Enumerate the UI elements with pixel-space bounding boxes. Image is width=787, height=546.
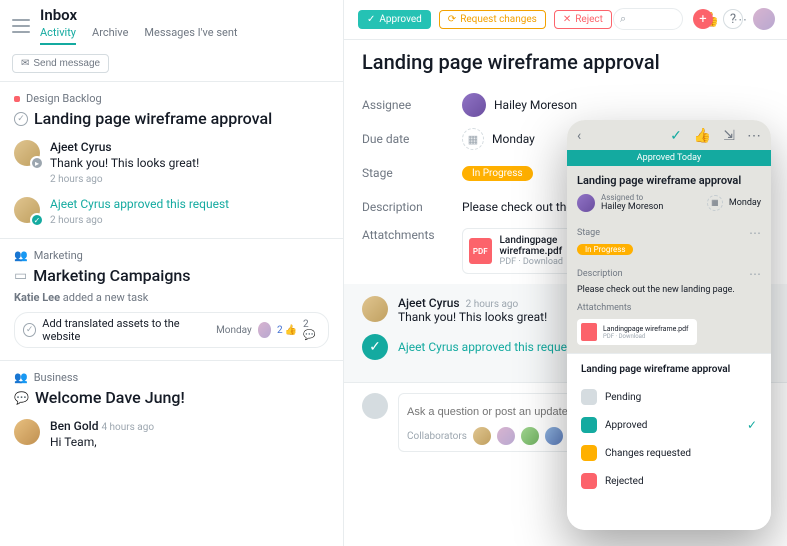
status-option[interactable]: Changes requested [581,439,757,467]
attachment-chip[interactable]: Landingpage wireframe.pdfPDF · Download [577,319,697,345]
task-complete-icon[interactable]: ✓ [23,323,36,337]
status-badge-icon: ▸ [30,156,44,170]
team-icon: 👥 [14,371,28,384]
avatar [577,194,595,212]
status-option[interactable]: Rejected [581,467,757,495]
conversation-icon: 💬 [14,391,29,405]
status-option[interactable]: Pending [581,383,757,411]
pdf-icon: PDF [469,238,492,264]
search-input[interactable]: ⌕ [613,8,683,30]
stage-badge[interactable]: In Progress [577,244,633,255]
inbox-panel: Inbox Activity Archive Messages I've sen… [0,0,344,546]
inbox-item[interactable]: 👥Marketing ▭Marketing Campaigns Katie Le… [0,239,343,361]
avatar[interactable] [521,427,539,445]
more-icon[interactable]: ⋯ [747,128,761,144]
pdf-icon [581,323,597,341]
status-option[interactable]: Approved✓ [581,411,757,439]
menu-icon[interactable] [12,19,30,33]
project-color-dot [14,96,20,102]
back-icon[interactable]: ‹ [577,128,581,144]
user-avatar[interactable] [753,8,775,30]
avatar [14,419,40,445]
page-title: Inbox [40,6,331,24]
more-icon[interactable]: ⋯ [749,226,761,240]
task-title: Landing page wireframe approval [577,166,761,193]
avatar: ✓ [14,197,40,223]
approved-badge-icon: ✓ [30,213,44,227]
avatar[interactable] [497,427,515,445]
task-title: Landing page wireframe approval [344,40,787,88]
send-message-button[interactable]: ✉ Send message [12,54,109,73]
due-date-field[interactable]: ▦Monday [462,128,535,150]
mobile-preview: ‹ ✓ 👍 ⇲ ⋯ Approved Today Landing page wi… [567,120,771,530]
tab-activity[interactable]: Activity [40,26,76,45]
status-banner: Approved Today [567,150,771,166]
search-icon: ⌕ [620,12,626,26]
comment-count[interactable]: 2 💬 [303,319,320,341]
request-changes-button[interactable]: ⟳ Request changes [439,10,546,29]
status-color-icon [581,473,597,489]
calendar-icon: ▦ [707,195,723,211]
assignee-field[interactable]: Hailey Moreson [462,93,577,117]
more-icon[interactable]: ⋯ [749,267,761,281]
avatar [258,322,271,338]
avatar [462,93,486,117]
like-count[interactable]: 2 👍 [277,325,297,336]
tab-archive[interactable]: Archive [92,26,128,45]
stage-badge[interactable]: In Progress [462,166,533,181]
check-icon: ✓ [747,418,757,432]
reject-button[interactable]: ✕ Reject [554,10,612,29]
status-picker-sheet: Landing page wireframe approval PendingA… [567,353,771,530]
inbox-item[interactable]: 👥Business 💬Welcome Dave Jung! Ben Gold 4… [0,361,343,461]
status-color-icon [581,445,597,461]
avatar [362,296,388,322]
status-color-icon [581,417,597,433]
calendar-icon: ▦ [462,128,484,150]
check-icon[interactable]: ✓ [670,128,682,144]
avatar: ▸ [14,140,40,166]
project-icon: ▭ [14,268,27,284]
task-complete-icon[interactable]: ✓ [14,112,28,126]
approved-icon: ✓ [362,334,388,360]
task-chip[interactable]: ✓ Add translated assets to the website M… [14,312,329,348]
team-icon: 👥 [14,249,28,262]
subtask-icon[interactable]: ⇲ [723,128,735,144]
avatar[interactable] [473,427,491,445]
create-button[interactable]: + [693,9,713,29]
avatar [362,393,388,419]
status-color-icon [581,389,597,405]
help-icon[interactable]: ? [723,9,743,29]
like-icon[interactable]: 👍 [694,128,711,144]
approved-button[interactable]: ✓ Approved [358,10,431,29]
avatar[interactable] [545,427,563,445]
tab-messages-sent[interactable]: Messages I've sent [144,26,237,45]
inbox-item[interactable]: Design Backlog ✓Landing page wireframe a… [0,82,343,239]
